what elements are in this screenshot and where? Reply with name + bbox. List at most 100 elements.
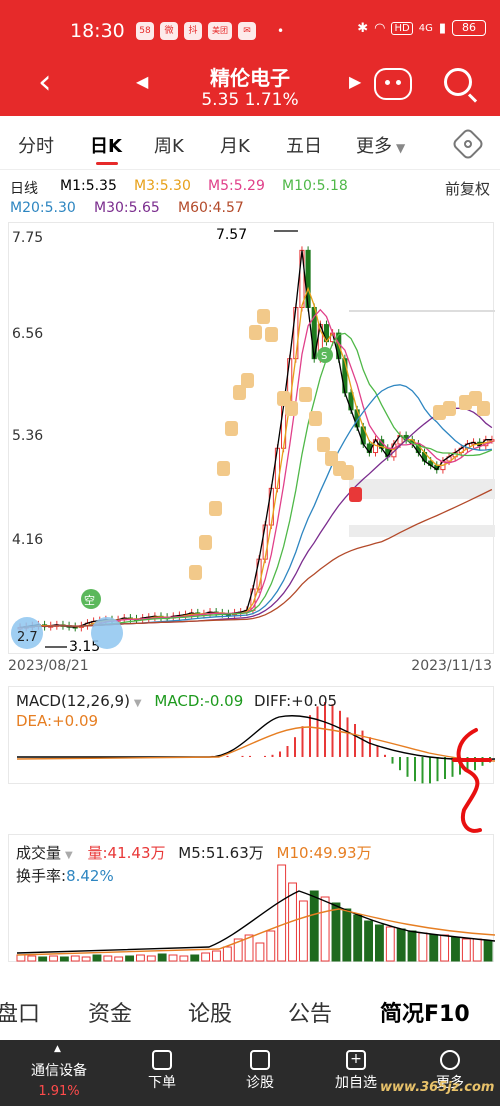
tab-weekly-k[interactable]: 周K <box>154 132 184 158</box>
period-tabs: 分时 日K 周K 月K 五日 更多 ▼ <box>0 118 500 170</box>
tab-daily-k[interactable]: 日K <box>90 132 122 158</box>
search-icon[interactable] <box>444 68 472 96</box>
volume-bar <box>364 920 373 962</box>
volume-bar <box>418 932 428 962</box>
volume-bar <box>27 955 37 962</box>
kline-chart[interactable]: 7.57 3.15 2.7 空 S <box>8 222 495 655</box>
robot-assistant-icon[interactable] <box>374 68 412 100</box>
volume-bar <box>385 926 395 962</box>
sequence-marker <box>249 325 262 340</box>
volume-header: 成交量 ▼ 量:41.43万 M5:51.63万 M10:49.93万 换手率:8… <box>16 842 372 886</box>
volume-bar <box>451 936 460 962</box>
section-tabs: 盘口 资金 论股 公告 简况F10 <box>0 984 500 1040</box>
signal-bubble <box>91 617 123 649</box>
volume-bar <box>201 952 211 962</box>
ma-m60: M60:4.57 <box>178 200 244 216</box>
volume-bar <box>146 955 156 962</box>
price-axis-label: 7.75 <box>12 230 44 246</box>
volume-bar <box>472 938 482 962</box>
ma-line-label: 日线 <box>10 181 38 197</box>
diff-value: DIFF:+0.05 <box>254 692 338 710</box>
chevron-down-icon: ▼ <box>65 850 73 861</box>
title-bar: ‹ ◀ ▶ 精伦电子 5.35 1.71% <box>0 62 500 116</box>
price-axis-label: 5.36 <box>12 428 44 444</box>
handwritten-mark <box>452 728 492 833</box>
volume-bar <box>440 934 450 962</box>
turnover-row: 换手率:8.42% <box>16 865 372 886</box>
notification-dot: • <box>277 24 285 38</box>
add-watchlist-button[interactable]: + 加自选 <box>326 1040 386 1106</box>
volume-bar <box>92 954 102 962</box>
empty-signal-label: 空 <box>84 593 95 607</box>
sequence-marker <box>225 421 238 436</box>
volume-bar <box>179 955 189 962</box>
sequence-marker <box>443 401 456 416</box>
adjust-mode[interactable]: 前复权 <box>445 178 490 199</box>
sequence-marker <box>299 387 312 402</box>
stethoscope-icon <box>250 1050 270 1070</box>
wifi-icon: ◠ <box>374 20 386 36</box>
low-short-label: 2.7 <box>17 630 38 645</box>
turnover-label: 换手率: <box>16 867 67 885</box>
sector-change: 1.91% <box>38 1084 80 1099</box>
volume-bar <box>331 902 341 962</box>
mail-icon: ✉ <box>238 22 256 40</box>
tab-pankou[interactable]: 盘口 <box>0 996 40 1028</box>
wechat-icon: 微 <box>160 22 178 40</box>
sequence-marker <box>265 327 278 342</box>
tab-f10[interactable]: 简况F10 <box>380 996 470 1028</box>
ma-m3: M3:5.30 <box>134 178 191 194</box>
volume-bar <box>168 954 178 962</box>
douyin-icon: 抖 <box>184 22 202 40</box>
volume-bar <box>255 942 265 962</box>
end-date: 2023/11/13 <box>411 658 492 674</box>
sequence-marker <box>285 401 298 416</box>
sequence-marker <box>349 487 362 502</box>
macd-title[interactable]: MACD(12,26,9) <box>16 692 130 710</box>
tab-fenshi[interactable]: 分时 <box>18 132 54 158</box>
macd-header: MACD(12,26,9) ▼ MACD:-0.09 DIFF:+0.05 DEA… <box>16 692 337 730</box>
tab-discussion[interactable]: 论股 <box>188 996 232 1028</box>
sequence-marker <box>317 437 330 452</box>
volume-bar <box>266 930 276 962</box>
volume-bar <box>407 930 417 962</box>
sequence-marker <box>341 465 354 480</box>
tab-more[interactable]: 更多 ▼ <box>356 132 405 158</box>
volume-bar <box>81 956 91 962</box>
stock-name: 精伦电子 <box>210 66 290 90</box>
tab-five-day[interactable]: 五日 <box>286 132 322 158</box>
settings-icon[interactable] <box>451 127 485 161</box>
ma-m20: M20:5.30 <box>10 200 76 216</box>
chevron-down-icon: ▼ <box>396 141 406 155</box>
signal-icon: 4G <box>418 22 433 34</box>
diagnose-button[interactable]: 诊股 <box>230 1040 290 1106</box>
menu-icon <box>440 1050 460 1070</box>
volume-bar <box>49 955 58 962</box>
volume-m10: M10:49.93万 <box>276 844 372 862</box>
volume-bar <box>125 955 134 962</box>
status-app-icons: 58 微 抖 美团 ✉ <box>136 22 256 40</box>
price-axis-label: 4.16 <box>12 532 44 548</box>
tab-monthly-k[interactable]: 月K <box>220 132 250 158</box>
more-button[interactable]: 更多 <box>420 1040 480 1106</box>
sequence-marker <box>199 535 212 550</box>
ma-m1: M1:5.35 <box>60 178 117 194</box>
volume-bar <box>136 954 145 962</box>
sector-button[interactable]: ▲ 通信设备 1.91% <box>14 1040 104 1099</box>
volume-bar <box>298 900 308 962</box>
volume-bar <box>396 928 406 962</box>
volume-m5: M5:51.63万 <box>178 844 264 862</box>
volume-bar <box>342 908 352 962</box>
price-axis-label: 6.56 <box>12 326 44 342</box>
volume-bar <box>353 914 363 962</box>
tab-funds[interactable]: 资金 <box>88 996 132 1028</box>
tab-announcement[interactable]: 公告 <box>288 996 332 1028</box>
sequence-marker <box>241 373 254 388</box>
signal-bars-icon: ▮ <box>438 20 446 36</box>
tab-more-label: 更多 <box>356 136 392 157</box>
volume-title[interactable]: 成交量 <box>16 844 61 862</box>
volume-bar <box>114 956 124 962</box>
order-button[interactable]: 下单 <box>132 1040 192 1106</box>
volume-bar <box>483 940 493 962</box>
ma-m10: M10:5.18 <box>282 178 348 194</box>
